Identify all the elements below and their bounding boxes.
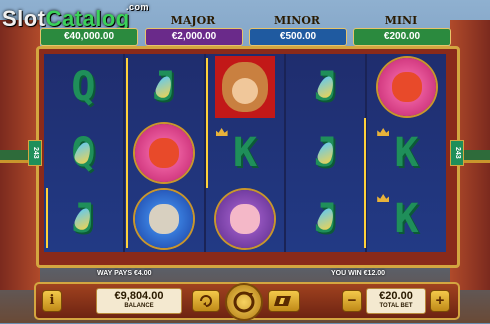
reel-cell: K bbox=[367, 186, 446, 252]
balance-label: BALANCE bbox=[124, 303, 154, 309]
reel-cell bbox=[125, 120, 204, 186]
reel-cell: J bbox=[44, 186, 123, 252]
reel-cell: J bbox=[286, 186, 365, 252]
reel-2: J bbox=[124, 54, 204, 252]
reel-cell bbox=[125, 186, 204, 252]
balance-display: €9,804.00 BALANCE bbox=[96, 288, 182, 314]
reel-cell: J bbox=[286, 120, 365, 186]
reel-cell: K bbox=[206, 120, 285, 186]
autoplay-button[interactable] bbox=[192, 290, 220, 312]
reel-cell: J bbox=[286, 54, 365, 120]
spin-button[interactable] bbox=[225, 283, 263, 321]
turbo-button[interactable] bbox=[268, 290, 300, 312]
ways-badge-right: 243 bbox=[450, 140, 464, 166]
reel-5: KK bbox=[367, 54, 446, 252]
ways-badge-left: 243 bbox=[28, 140, 42, 166]
autoplay-icon bbox=[200, 295, 212, 307]
you-win-text: YOU WIN €12.00 bbox=[331, 270, 386, 277]
control-bar: i €9,804.00 BALANCE − €20.00 TOTAL BET + bbox=[34, 282, 460, 321]
reel-1: QQJ bbox=[44, 54, 123, 252]
reel-cell bbox=[206, 186, 285, 252]
reel-cell: Q bbox=[44, 54, 123, 120]
turbo-icon bbox=[274, 296, 291, 306]
reel-grid: QQJJKJJJKK bbox=[44, 54, 446, 252]
reel-cell bbox=[367, 54, 446, 120]
symbol-rooster bbox=[377, 58, 436, 116]
symbol-goat bbox=[135, 190, 194, 248]
jackpot-major-label: MAJOR bbox=[170, 14, 216, 27]
win-line bbox=[206, 58, 208, 188]
balance-value: €9,804.00 bbox=[114, 290, 164, 302]
bet-increase-button[interactable]: + bbox=[430, 290, 450, 312]
reel-cell: J bbox=[125, 54, 204, 120]
reel-3: K bbox=[205, 54, 285, 252]
symbol-k: K bbox=[232, 130, 258, 176]
total-bet-label: TOTAL BET bbox=[379, 303, 413, 309]
reel-cell: Q bbox=[44, 120, 123, 186]
way-pays-text: WAY PAYS €4.00 bbox=[97, 270, 152, 277]
jackpot-mini: €200.00 bbox=[353, 28, 451, 46]
total-bet-value: €20.00 bbox=[379, 290, 413, 302]
rooster-icon bbox=[149, 138, 180, 168]
symbol-pig bbox=[215, 190, 274, 248]
crown-icon bbox=[215, 128, 228, 136]
spin-icon bbox=[233, 291, 255, 313]
jackpot-major: €2,000.00 bbox=[145, 28, 243, 46]
win-line bbox=[46, 188, 48, 248]
rooster-icon bbox=[391, 72, 422, 102]
status-row: WAY PAYS €4.00 YOU WIN €12.00 bbox=[0, 270, 490, 282]
win-line bbox=[126, 58, 128, 248]
reel-cell bbox=[206, 54, 285, 120]
jackpot-minor: €500.00 bbox=[249, 28, 347, 46]
jackpot-grand: €40,000.00 bbox=[40, 28, 138, 46]
jackpot-minor-label: MINOR bbox=[273, 14, 321, 27]
win-line bbox=[364, 118, 366, 248]
info-button[interactable]: i bbox=[42, 290, 62, 312]
monkey-icon bbox=[221, 62, 268, 112]
bet-decrease-button[interactable]: − bbox=[342, 290, 362, 312]
reel-cell: K bbox=[367, 120, 446, 186]
symbol-q: Q bbox=[71, 64, 96, 110]
jackpot-mini-label: MINI bbox=[384, 14, 418, 27]
pig-icon bbox=[229, 204, 260, 234]
reel-4: JJJ bbox=[286, 54, 366, 252]
crown-icon bbox=[377, 194, 390, 202]
symbol-rooster bbox=[135, 124, 194, 182]
crown-icon bbox=[377, 128, 390, 136]
symbol-k: K bbox=[394, 130, 419, 176]
symbol-monkey bbox=[214, 56, 275, 118]
total-bet-display: €20.00 TOTAL BET bbox=[366, 288, 426, 314]
symbol-k: K bbox=[394, 196, 419, 242]
goat-icon bbox=[149, 204, 180, 234]
